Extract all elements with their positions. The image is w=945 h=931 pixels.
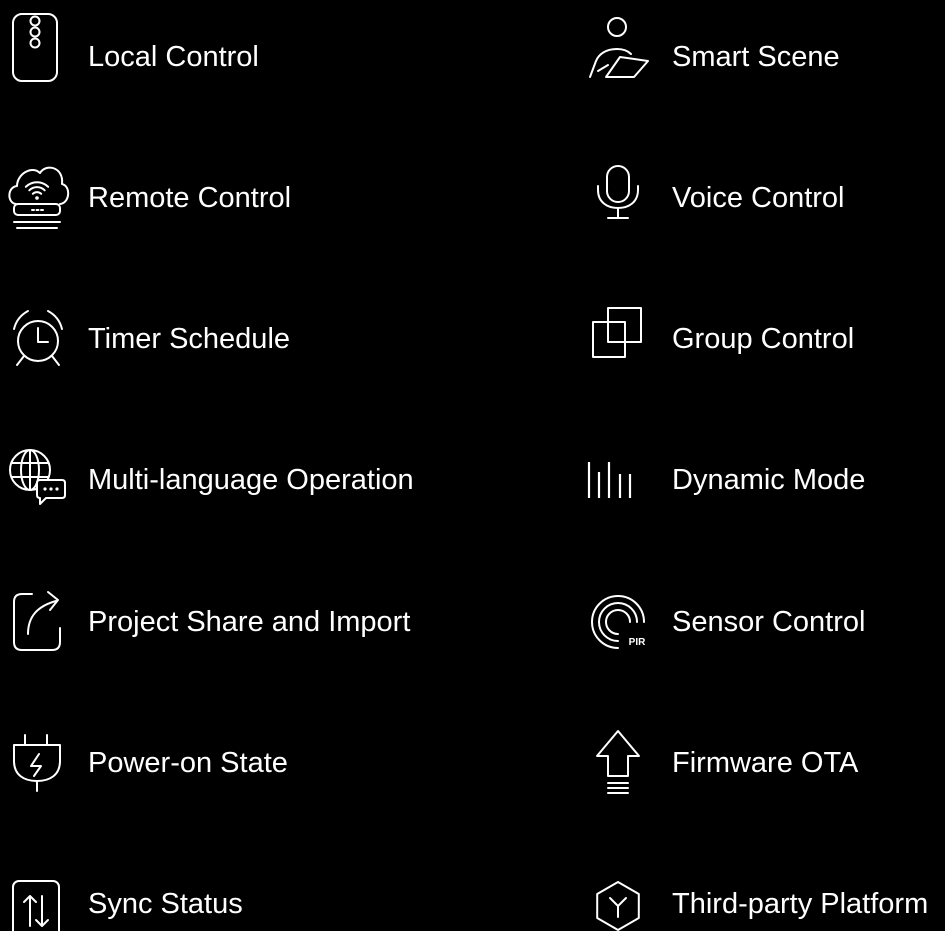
hexagon-y-icon	[596, 881, 640, 931]
share-icon	[13, 591, 61, 651]
upload-arrow-icon	[596, 730, 640, 794]
overlapping-squares-icon	[592, 307, 642, 358]
feature-item-power-on-state: Power-on State	[0, 719, 480, 807]
feature-item-sensor-control: PIR Sensor Control	[584, 578, 945, 666]
feature-label: Sync Status	[88, 888, 243, 920]
feature-item-group-control: Group Control	[584, 295, 945, 383]
feature-label: Multi-language Operation	[88, 464, 414, 496]
sync-arrows-icon	[12, 880, 60, 931]
person-scene-icon	[589, 17, 649, 78]
feature-label: Remote Control	[88, 182, 292, 214]
power-plug-icon	[13, 734, 61, 792]
pir-sensor-icon: PIR	[591, 595, 646, 649]
globe-chat-icon	[9, 449, 66, 505]
feature-label: Group Control	[672, 323, 855, 355]
feature-item-voice-control: Voice Control	[584, 154, 945, 242]
feature-item-multi-language: Multi-language Operation	[0, 436, 480, 524]
feature-label: Smart Scene	[672, 41, 840, 73]
feature-item-dynamic-mode: Dynamic Mode	[584, 436, 945, 524]
feature-list: Local Control Remote Control Timer Sched…	[0, 0, 945, 931]
feature-item-project-share: Project Share and Import	[0, 578, 480, 666]
feature-item-third-party-platform: Third-party Platform	[584, 860, 945, 931]
feature-label: Dynamic Mode	[672, 464, 866, 496]
feature-item-firmware-ota: Firmware OTA	[584, 719, 945, 807]
feature-item-remote-control: Remote Control	[0, 154, 480, 242]
pir-icon-text: PIR	[629, 637, 646, 648]
feature-label: Third-party Platform	[672, 888, 929, 920]
feature-label: Power-on State	[88, 747, 288, 779]
bars-icon	[587, 462, 632, 498]
feature-label: Timer Schedule	[88, 323, 291, 355]
feature-item-timer-schedule: Timer Schedule	[0, 295, 480, 383]
feature-label: Firmware OTA	[672, 747, 859, 779]
feature-item-local-control: Local Control	[0, 13, 480, 101]
alarm-clock-icon	[13, 310, 63, 366]
feature-label: Local Control	[88, 41, 259, 73]
feature-item-sync-status: Sync Status	[0, 860, 480, 931]
microphone-icon	[597, 165, 639, 219]
feature-item-smart-scene: Smart Scene	[584, 13, 945, 101]
cloud-router-icon	[8, 166, 70, 229]
remote-icon	[12, 13, 58, 82]
feature-label: Voice Control	[672, 182, 845, 214]
feature-label: Sensor Control	[672, 606, 866, 638]
feature-label: Project Share and Import	[88, 606, 411, 638]
